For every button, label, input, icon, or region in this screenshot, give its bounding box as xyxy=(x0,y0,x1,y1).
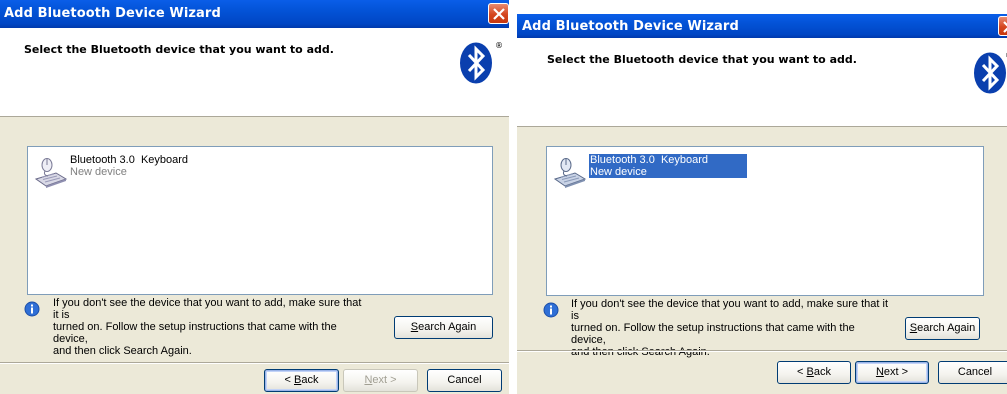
close-button[interactable] xyxy=(488,3,509,24)
device-status: New device xyxy=(590,166,647,178)
help-text-line: turned on. Follow the setup instructions… xyxy=(53,321,337,345)
bluetooth-icon xyxy=(460,42,492,84)
next-button[interactable]: Next > xyxy=(855,361,929,384)
back-button[interactable]: < Back xyxy=(777,361,851,384)
cancel-button[interactable]: Cancel xyxy=(938,361,1007,384)
help-text-line: turned on. Follow the setup instructions… xyxy=(571,322,855,346)
keyboard-device-icon xyxy=(553,158,587,188)
keyboard-device-icon xyxy=(34,158,68,188)
page-title: Select the Bluetooth device that you wan… xyxy=(24,43,334,56)
wizard-header: Select the Bluetooth device that you wan… xyxy=(0,28,509,117)
close-icon xyxy=(493,8,505,20)
device-item[interactable]: Bluetooth 3.0 Keyboard New device xyxy=(551,153,761,193)
device-status: New device xyxy=(70,166,127,178)
device-list[interactable]: Bluetooth 3.0 Keyboard New device xyxy=(546,146,984,296)
wizard-header: Select the Bluetooth device that you wan… xyxy=(517,38,1007,127)
window-title: Add Bluetooth Device Wizard xyxy=(522,19,739,34)
title-bar[interactable]: Add Bluetooth Device Wizard xyxy=(0,0,509,28)
title-bar[interactable]: Add Bluetooth Device Wizard xyxy=(517,14,1007,38)
page-title: Select the Bluetooth device that you wan… xyxy=(547,53,857,66)
search-again-button[interactable]: Search Again xyxy=(905,317,980,340)
cancel-button[interactable]: Cancel xyxy=(427,369,502,392)
device-label: Bluetooth 3.0 Keyboard New device xyxy=(70,154,188,178)
wizard-window-right: Add Bluetooth Device Wizard Select the B… xyxy=(517,14,1007,394)
device-list[interactable]: Bluetooth 3.0 Keyboard New device xyxy=(27,146,493,295)
help-text-line: and then click Search Again. xyxy=(53,345,192,357)
divider xyxy=(0,362,509,364)
device-label: Bluetooth 3.0 Keyboard New device xyxy=(589,154,747,178)
close-icon xyxy=(1003,21,1007,33)
divider xyxy=(517,350,1007,352)
next-button[interactable]: Next > xyxy=(343,369,418,392)
registered-mark: ® xyxy=(495,41,503,50)
device-name: Bluetooth 3.0 Keyboard xyxy=(590,154,709,166)
device-name: Bluetooth 3.0 Keyboard xyxy=(70,154,189,166)
device-item[interactable]: Bluetooth 3.0 Keyboard New device xyxy=(32,153,242,193)
back-button[interactable]: < Back xyxy=(264,369,339,392)
info-icon xyxy=(24,301,40,317)
help-text-line: If you don't see the device that you wan… xyxy=(571,298,889,322)
window-title: Add Bluetooth Device Wizard xyxy=(4,6,221,21)
bluetooth-icon xyxy=(974,52,1006,94)
help-text: If you don't see the device that you wan… xyxy=(571,298,891,358)
help-text-line: and then click Search Again. xyxy=(571,346,710,358)
help-text-line: If you don't see the device that you wan… xyxy=(53,297,362,321)
close-button[interactable] xyxy=(998,16,1007,36)
wizard-window-left: Add Bluetooth Device Wizard Select the B… xyxy=(0,0,509,394)
search-again-button[interactable]: Search Again xyxy=(394,316,493,339)
help-text: If you don't see the device that you wan… xyxy=(53,297,363,357)
info-icon xyxy=(543,302,559,318)
